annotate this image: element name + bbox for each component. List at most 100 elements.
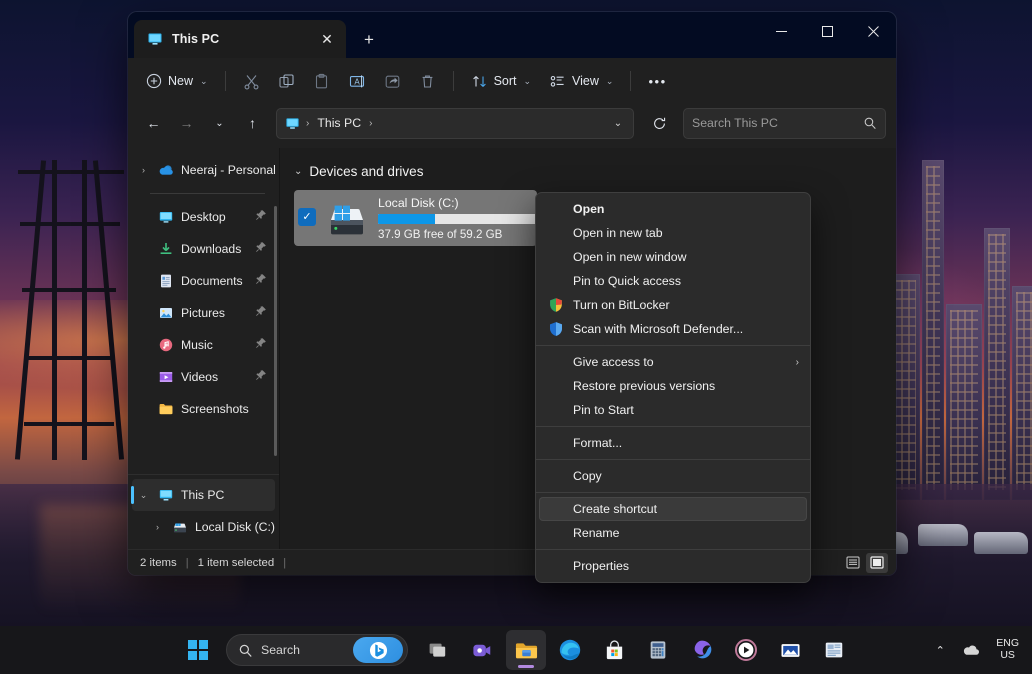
search-icon: [863, 116, 877, 130]
photos-icon[interactable]: [770, 630, 810, 670]
view-button[interactable]: View ⌄: [541, 65, 621, 97]
drive-tile-local-disk-c[interactable]: ✓ Local D: [294, 190, 537, 246]
delete-button[interactable]: [411, 65, 444, 97]
paste-button[interactable]: [305, 65, 338, 97]
forward-button[interactable]: →: [171, 108, 202, 138]
menu-icon-placeholder: [547, 402, 564, 419]
news-icon[interactable]: [814, 630, 854, 670]
context-menu-item-label: Copy: [573, 469, 602, 483]
close-button[interactable]: [850, 12, 896, 50]
share-button[interactable]: [376, 65, 409, 97]
up-button[interactable]: ↑: [237, 108, 268, 138]
sidebar-item-label-local-disk-c: Local Disk (C:): [195, 520, 275, 534]
navigation-scrollbar[interactable]: [274, 206, 277, 456]
store-icon[interactable]: [594, 630, 634, 670]
context-menu-item-format[interactable]: Format...: [539, 431, 807, 455]
context-menu-item-pin-to-start[interactable]: Pin to Start: [539, 398, 807, 422]
calculator-icon[interactable]: [638, 630, 678, 670]
taskbar-search-box[interactable]: Search: [226, 634, 408, 666]
sidebar-item-this-pc[interactable]: ⌄ This PC: [132, 479, 275, 511]
context-menu-item-label: Pin to Start: [573, 403, 634, 417]
drive-usage-text: 37.9 GB free of 59.2 GB: [378, 228, 531, 241]
pin-icon[interactable]: [255, 304, 267, 322]
rename-button[interactable]: A: [340, 65, 374, 97]
status-divider-1: |: [186, 557, 189, 569]
pin-icon[interactable]: [255, 368, 267, 386]
breadcrumb-this-pc[interactable]: This PC: [312, 111, 366, 135]
context-menu-item-rename[interactable]: Rename: [539, 521, 807, 545]
sidebar-item-label-pictures: Pictures: [181, 306, 248, 320]
group-header-devices-and-drives[interactable]: ⌄ Devices and drives: [294, 158, 896, 184]
minimize-button[interactable]: [758, 12, 804, 50]
context-menu-item-open-in-new-window[interactable]: Open in new window: [539, 245, 807, 269]
search-box[interactable]: [683, 108, 886, 139]
pin-icon[interactable]: [255, 336, 267, 354]
sidebar-item-pictures[interactable]: Pictures: [132, 297, 275, 329]
copy-button[interactable]: [270, 65, 303, 97]
context-menu-item-properties[interactable]: Properties: [539, 554, 807, 578]
context-menu[interactable]: OpenOpen in new tabOpen in new windowPin…: [535, 192, 811, 583]
chevron-right-icon-local-disk[interactable]: ›: [150, 522, 165, 532]
context-menu-item-create-shortcut[interactable]: Create shortcut: [539, 497, 807, 521]
back-button[interactable]: ←: [138, 108, 169, 138]
context-menu-item-label: Create shortcut: [573, 502, 657, 516]
task-view-icon[interactable]: [418, 630, 458, 670]
chevron-down-icon-group[interactable]: ⌄: [294, 166, 302, 177]
search-input[interactable]: [692, 116, 863, 130]
new-tab-button[interactable]: +: [354, 24, 384, 54]
media-player-icon[interactable]: [726, 630, 766, 670]
cut-button[interactable]: [235, 65, 268, 97]
sidebar-item-downloads[interactable]: Downloads: [132, 233, 275, 265]
sidebar-item-videos[interactable]: Videos: [132, 361, 275, 393]
context-menu-item-give-access-to[interactable]: Give access to›: [539, 350, 807, 374]
pin-icon[interactable]: [255, 272, 267, 290]
sidebar-item-music[interactable]: Music: [132, 329, 275, 361]
large-icons-view-icon[interactable]: [866, 553, 888, 573]
language-indicator[interactable]: ENG US: [989, 633, 1026, 667]
context-menu-item-label: Turn on BitLocker: [573, 298, 670, 312]
bing-copilot-icon[interactable]: [353, 637, 403, 663]
tab-close-button[interactable]: ✕: [314, 26, 340, 52]
new-button-label: New: [168, 74, 193, 88]
menu-icon-placeholder: [547, 525, 564, 542]
menu-icon-placeholder: [547, 273, 564, 290]
sidebar-item-documents[interactable]: Documents: [132, 265, 275, 297]
context-menu-item-pin-to-quick-access[interactable]: Pin to Quick access: [539, 269, 807, 293]
selection-checkbox[interactable]: ✓: [298, 208, 316, 226]
teams-icon[interactable]: [462, 630, 502, 670]
sidebar-item-screenshots[interactable]: Screenshots: [132, 393, 275, 425]
maximize-button[interactable]: [804, 12, 850, 50]
context-menu-item-label: Scan with Microsoft Defender...: [573, 322, 743, 336]
context-menu-item-restore-previous-versions[interactable]: Restore previous versions: [539, 374, 807, 398]
start-button[interactable]: [178, 630, 218, 670]
file-explorer-icon[interactable]: [506, 630, 546, 670]
sort-button[interactable]: Sort ⌄: [463, 65, 539, 97]
sidebar-item-local-disk-c[interactable]: › Local Disk (C:): [132, 511, 275, 543]
chevron-down-icon-this-pc[interactable]: ⌄: [136, 490, 151, 501]
sidebar-item-onedrive[interactable]: › Neeraj - Personal: [132, 154, 275, 186]
context-menu-item-open[interactable]: Open: [539, 197, 807, 221]
address-bar-actions: ⌄: [605, 110, 631, 136]
pictures-icon: [158, 305, 174, 321]
context-menu-item-scan-with-microsoft-defender[interactable]: Scan with Microsoft Defender...: [539, 317, 807, 341]
address-history-button[interactable]: ⌄: [605, 110, 631, 136]
new-button[interactable]: New ⌄: [138, 65, 216, 97]
details-view-icon[interactable]: [842, 553, 864, 573]
show-hidden-icons-button[interactable]: ⌃: [926, 633, 954, 667]
sidebar-item-desktop[interactable]: Desktop: [132, 201, 275, 233]
onedrive-tray-icon[interactable]: [956, 633, 987, 667]
see-more-button[interactable]: •••: [640, 65, 674, 97]
context-menu-item-open-in-new-tab[interactable]: Open in new tab: [539, 221, 807, 245]
chevron-right-icon[interactable]: ›: [136, 165, 151, 175]
pin-icon[interactable]: [255, 240, 267, 258]
context-menu-item-turn-on-bitlocker[interactable]: Turn on BitLocker: [539, 293, 807, 317]
status-divider-2: |: [283, 557, 286, 569]
copilot-icon[interactable]: [682, 630, 722, 670]
tab-this-pc[interactable]: This PC ✕: [134, 20, 346, 58]
recent-locations-button[interactable]: ⌄: [204, 108, 235, 138]
refresh-button[interactable]: [644, 108, 675, 138]
context-menu-item-copy[interactable]: Copy: [539, 464, 807, 488]
address-bar[interactable]: › This PC › ⌄: [276, 108, 634, 139]
pin-icon[interactable]: [255, 208, 267, 226]
edge-icon[interactable]: [550, 630, 590, 670]
